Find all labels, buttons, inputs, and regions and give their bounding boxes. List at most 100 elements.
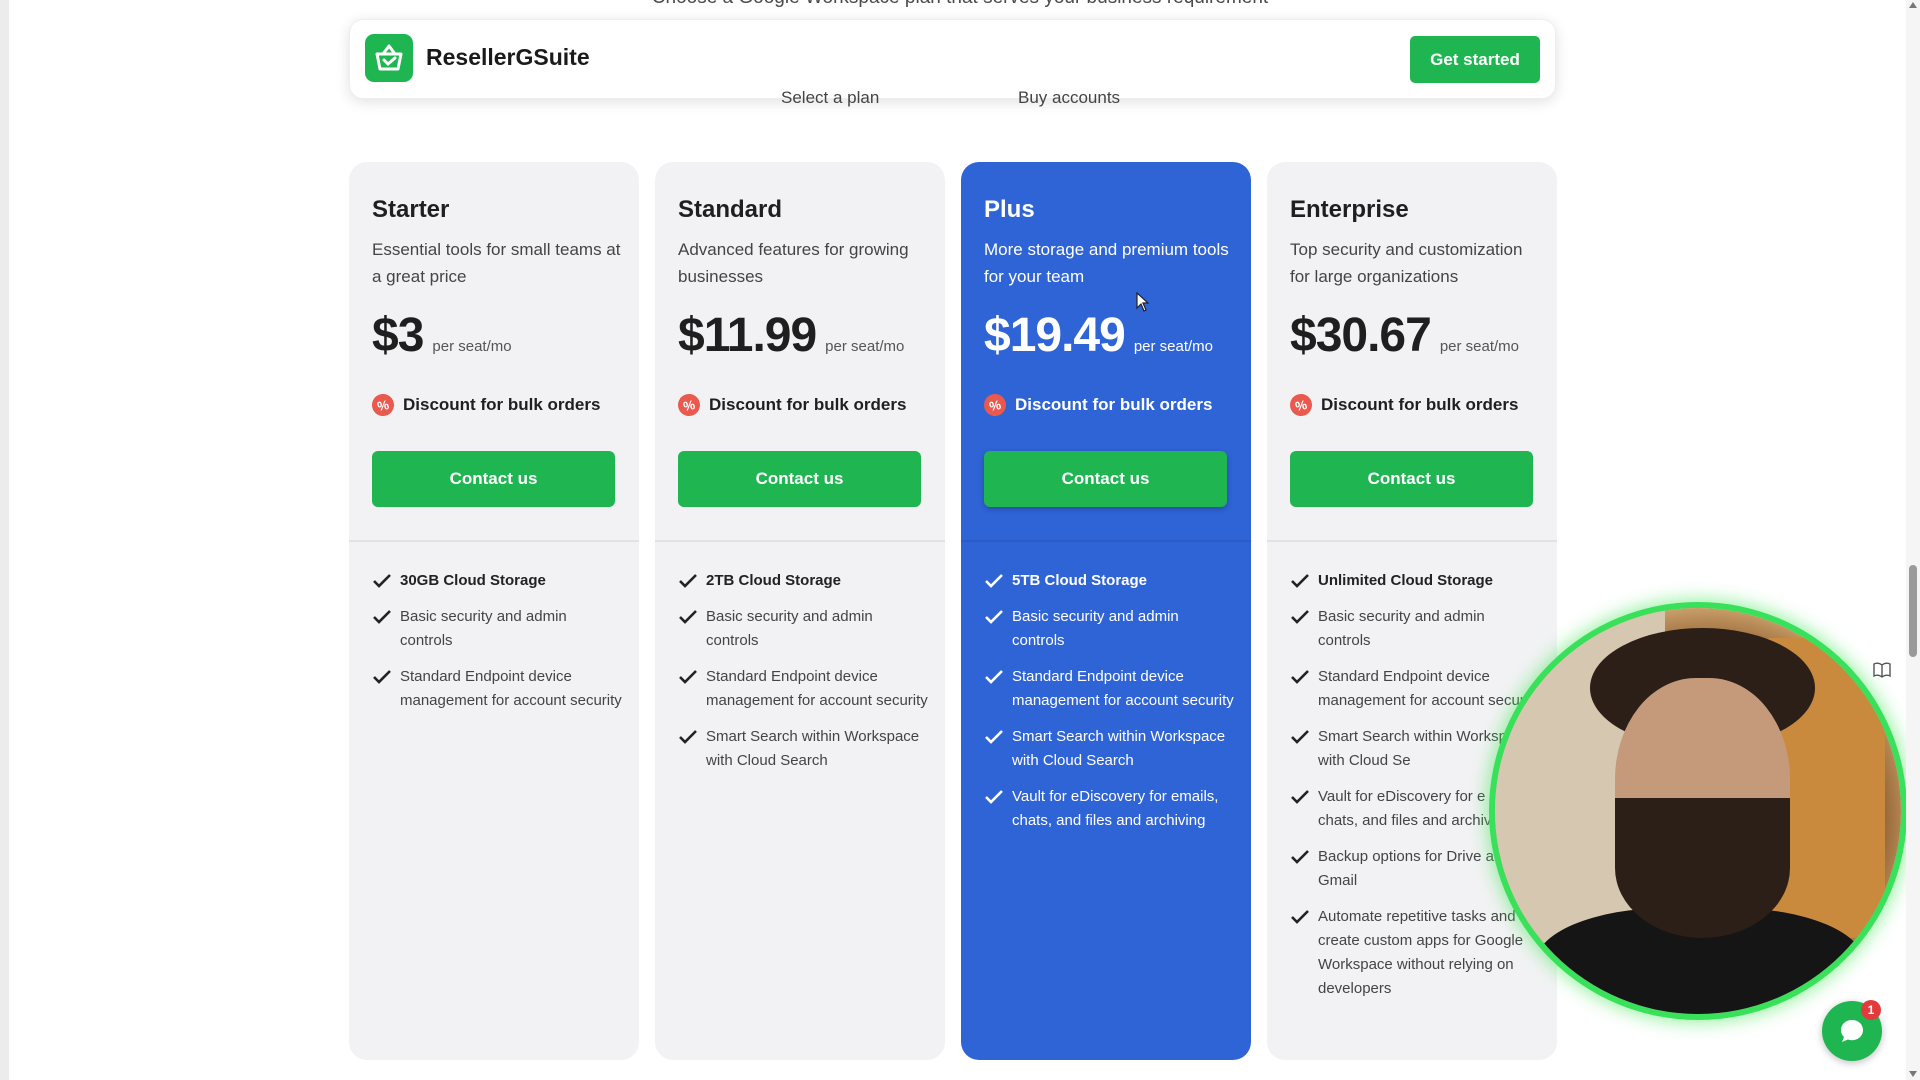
feature-text: 2TB Cloud Storage — [706, 572, 842, 589]
plan-card-header: Starter Essential tools for small teams … — [349, 162, 639, 542]
feature-text: Standard Endpoint device management for … — [1012, 668, 1234, 709]
feature-item: Standard Endpoint device management for … — [372, 665, 622, 713]
plan-card-plus: Plus More storage and premium tools for … — [961, 162, 1251, 1060]
plan-card-header: Standard Advanced features for growing b… — [655, 162, 945, 542]
step-buy-accounts[interactable]: Buy accounts — [1018, 88, 1120, 108]
scroll-down-arrow-icon[interactable] — [1909, 1071, 1917, 1077]
price-unit: per seat/mo — [1439, 338, 1520, 355]
plan-card-header: Enterprise Top security and customizatio… — [1267, 162, 1557, 542]
plan-card-standard: Standard Advanced features for growing b… — [655, 162, 945, 1060]
cursor-icon — [1136, 292, 1150, 312]
page-subtitle: Choose a Google Workspace plan that serv… — [0, 0, 1920, 9]
feature-text: 30GB Cloud Storage — [400, 572, 546, 589]
plan-card-header: Plus More storage and premium tools for … — [961, 162, 1251, 542]
check-icon — [1291, 610, 1309, 624]
price-row: $30.67 per seat/mo — [1290, 308, 1519, 363]
discount-label: Discount for bulk orders — [1015, 395, 1213, 414]
contact-us-button[interactable]: Contact us — [1290, 451, 1533, 507]
scrollbar[interactable] — [1906, 0, 1920, 1080]
check-icon — [1291, 670, 1309, 684]
price-row: $19.49 per seat/mo — [984, 308, 1213, 363]
plan-price: $19.49 — [984, 309, 1126, 362]
get-started-button[interactable]: Get started — [1410, 36, 1540, 83]
plan-card-starter: Starter Essential tools for small teams … — [349, 162, 639, 1060]
feature-text: Standard Endpoint device management for … — [400, 668, 622, 709]
check-icon — [1291, 910, 1309, 924]
shopping-basket-icon[interactable] — [365, 34, 413, 82]
plan-name: Plus — [984, 196, 1035, 223]
check-icon — [1291, 790, 1309, 804]
feature-item: 30GB Cloud Storage — [372, 569, 622, 593]
check-icon — [985, 670, 1003, 684]
video-person-beard — [1615, 798, 1790, 938]
discount-icon: % — [369, 391, 397, 419]
price-row: $3 per seat/mo — [372, 308, 512, 363]
feature-item: Standard Endpoint device management for … — [984, 665, 1234, 713]
chat-badge: 1 — [1861, 1000, 1881, 1020]
discount-note: % Discount for bulk orders — [1287, 391, 1519, 419]
feature-list: 30GB Cloud Storage Basic security and ad… — [372, 569, 622, 725]
plan-name: Standard — [678, 196, 783, 223]
feature-item: Basic security and admin controls — [372, 605, 622, 653]
plan-description: More storage and premium tools for your … — [984, 240, 1229, 286]
feature-text-line: chats, and files and archiv — [1318, 812, 1492, 829]
discount-note: % Discount for bulk orders — [675, 391, 907, 419]
plan-description: Advanced features for growing businesses — [678, 240, 909, 286]
feature-text-line: Gmail — [1318, 872, 1358, 889]
scroll-up-arrow-icon[interactable] — [1909, 2, 1917, 8]
book-icon[interactable] — [1873, 662, 1891, 678]
feature-list: 2TB Cloud Storage Basic security and adm… — [678, 569, 928, 785]
feature-text: Basic security and admin controls — [706, 608, 873, 649]
check-icon — [373, 610, 391, 624]
page-left-edge — [0, 0, 9, 1080]
feature-item: Unlimited Cloud Storage — [1290, 569, 1540, 593]
discount-icon: % — [981, 391, 1009, 419]
contact-us-button[interactable]: Contact us — [984, 451, 1227, 507]
feature-text-line: Backup options for Drive an — [1318, 848, 1503, 865]
brand-name[interactable]: ResellerGSuite — [426, 44, 590, 71]
check-icon — [1291, 574, 1309, 588]
discount-note: % Discount for bulk orders — [369, 391, 600, 419]
check-icon — [1291, 730, 1309, 744]
feature-item: Vault for eDiscovery for emails, chats, … — [984, 785, 1234, 833]
plan-name: Enterprise — [1290, 196, 1409, 223]
price-unit: per seat/mo — [1133, 338, 1214, 355]
feature-item: Basic security and admin controls — [984, 605, 1234, 653]
check-icon — [985, 790, 1003, 804]
feature-item: Standard Endpoint device management for … — [678, 665, 928, 713]
contact-us-button[interactable]: Contact us — [678, 451, 921, 507]
check-icon — [679, 730, 697, 744]
site-header: ResellerGSuite Get started — [349, 19, 1556, 99]
step-select-plan[interactable]: Select a plan — [781, 88, 879, 108]
chat-icon — [1841, 1020, 1863, 1042]
discount-icon: % — [675, 391, 703, 419]
feature-text: Vault for eDiscovery for e chats, and fil… — [1318, 785, 1491, 833]
discount-label: Discount for bulk orders — [709, 395, 907, 414]
price-unit: per seat/mo — [432, 338, 512, 355]
plan-description: Top security and customization for large… — [1290, 240, 1523, 286]
plan-price: $11.99 — [678, 309, 817, 362]
feature-item: 2TB Cloud Storage — [678, 569, 928, 593]
check-icon — [985, 730, 1003, 744]
feature-list: 5TB Cloud Storage Basic security and adm… — [984, 569, 1234, 845]
price-row: $11.99 per seat/mo — [678, 308, 904, 363]
feature-text: 5TB Cloud Storage — [1012, 572, 1148, 589]
check-icon — [985, 610, 1003, 624]
plan-description: Essential tools for small teams at a gre… — [372, 240, 621, 286]
scrollbar-thumb[interactable] — [1909, 565, 1917, 657]
discount-label: Discount for bulk orders — [1321, 395, 1519, 414]
contact-us-button[interactable]: Contact us — [372, 451, 615, 507]
price-unit: per seat/mo — [825, 338, 905, 355]
feature-text: Smart Search within Workspace with Cloud… — [1012, 728, 1226, 769]
plan-price: $3 — [372, 309, 424, 362]
webcam-overlay[interactable] — [1495, 608, 1901, 1014]
feature-text: Unlimited Cloud Storage — [1318, 572, 1494, 589]
feature-text: Standard Endpoint device management for … — [706, 668, 928, 709]
plan-name: Starter — [372, 196, 450, 223]
check-icon — [373, 670, 391, 684]
check-icon — [1291, 850, 1309, 864]
check-icon — [985, 574, 1003, 588]
feature-item: 5TB Cloud Storage — [984, 569, 1234, 593]
discount-icon: % — [1287, 391, 1315, 419]
check-icon — [679, 610, 697, 624]
